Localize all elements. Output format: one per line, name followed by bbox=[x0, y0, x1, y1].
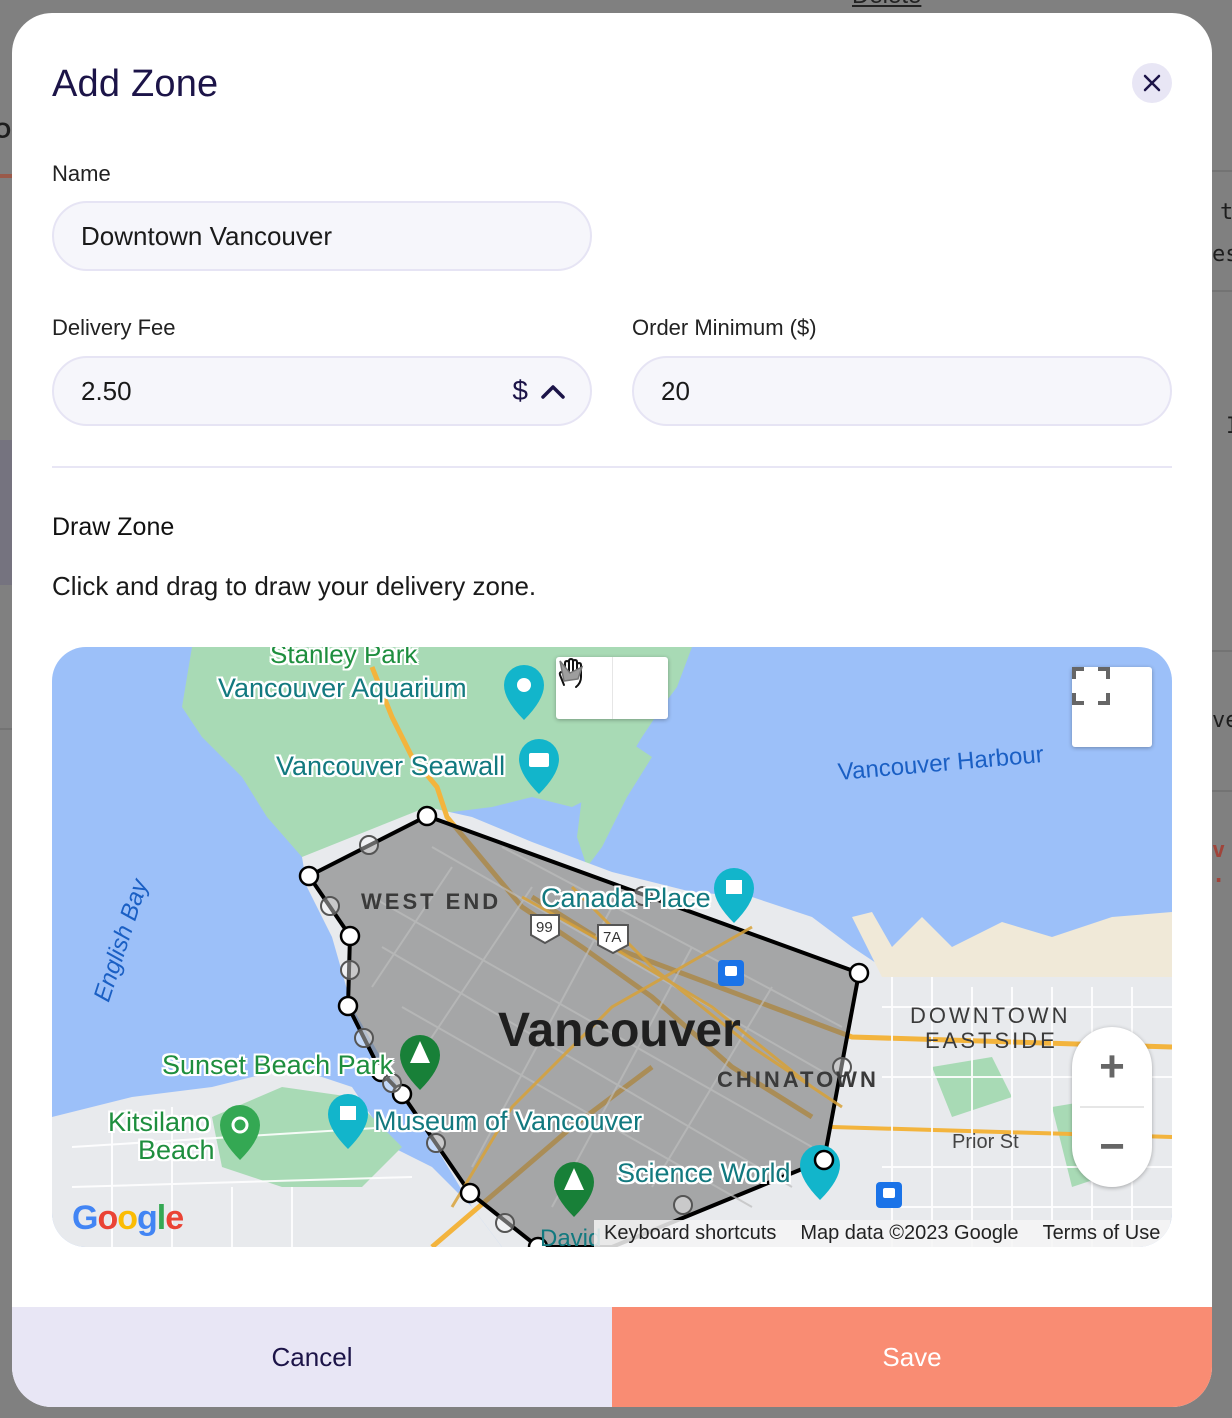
delivery-fee-field-wrapper: $ bbox=[52, 356, 592, 426]
cancel-button[interactable]: Cancel bbox=[12, 1307, 612, 1407]
zoom-in-button[interactable]: + bbox=[1072, 1027, 1152, 1107]
google-logo-letter: g bbox=[137, 1199, 158, 1237]
map-label-canada-place: Canada Place bbox=[541, 883, 711, 913]
google-logo-letter: e bbox=[165, 1199, 184, 1237]
background-divider bbox=[1212, 650, 1232, 652]
map-label-science-world: Science World bbox=[617, 1158, 791, 1188]
map-label-david: David bbox=[540, 1225, 602, 1247]
background-panel bbox=[0, 440, 12, 585]
zone-vertex-handle bbox=[337, 995, 359, 1017]
map-label-hwy-7a: 7A bbox=[603, 929, 622, 946]
background-text: ve bbox=[1212, 708, 1232, 733]
background-divider bbox=[1212, 170, 1232, 172]
background-divider bbox=[1212, 290, 1232, 292]
close-button[interactable] bbox=[1132, 63, 1172, 103]
modal-title: Add Zone bbox=[52, 63, 219, 105]
zone-midpoint-handle bbox=[673, 1195, 693, 1215]
map-label-vancouver: Vancouver bbox=[498, 1004, 741, 1057]
zone-vertex-handle bbox=[813, 1149, 835, 1171]
delivery-fee-input[interactable] bbox=[81, 375, 481, 407]
map-attribution: Keyboard shortcuts Map data ©2023 Google… bbox=[594, 1220, 1171, 1247]
zone-vertex-handle bbox=[298, 865, 320, 887]
zone-vertex-handle bbox=[848, 962, 870, 984]
name-label: Name bbox=[52, 161, 111, 186]
map-label-sunset-beach-park: Sunset Beach Park bbox=[162, 1050, 394, 1080]
zone-vertex-handle bbox=[416, 805, 438, 827]
map-label-prior-st: Prior St bbox=[952, 1131, 1019, 1153]
terms-of-use-link[interactable]: Terms of Use bbox=[1043, 1222, 1161, 1245]
keyboard-shortcuts-link[interactable]: Keyboard shortcuts bbox=[604, 1222, 776, 1245]
draw-polygon-icon bbox=[559, 660, 584, 682]
map-zoom-control: + − bbox=[1072, 1027, 1152, 1187]
background-text: v . bbox=[1212, 838, 1226, 888]
map-label-chinatown: CHINATOWN bbox=[717, 1067, 879, 1092]
delivery-fee-label: Delivery Fee bbox=[52, 315, 176, 340]
google-logo-letter: o bbox=[97, 1199, 118, 1237]
zone-midpoint-handle bbox=[340, 960, 360, 980]
name-field-wrapper bbox=[52, 201, 592, 271]
map-label-kitsilano-beach: Kitsilano bbox=[108, 1107, 211, 1137]
add-zone-modal: Add Zone Name Delivery Fee $ Order Minim… bbox=[12, 13, 1212, 1407]
google-logo-letter: l bbox=[156, 1199, 167, 1237]
background-divider bbox=[1212, 790, 1232, 792]
order-minimum-input[interactable] bbox=[661, 375, 1170, 407]
chevron-up-icon[interactable] bbox=[540, 383, 566, 399]
map-label-kitsilano-beach: Beach bbox=[138, 1135, 215, 1165]
transit-icon bbox=[876, 1182, 902, 1208]
draw-zone-title: Draw Zone bbox=[52, 513, 175, 541]
draw-polygon-button[interactable] bbox=[559, 657, 668, 719]
map-base bbox=[52, 647, 1172, 1247]
draw-zone-description: Click and drag to draw your delivery zon… bbox=[52, 571, 537, 601]
zone-vertex-handle bbox=[339, 925, 361, 947]
save-button[interactable]: Save bbox=[612, 1307, 1212, 1407]
map-label-downtown-eastside: DOWNTOWN bbox=[910, 1003, 1071, 1028]
map-label-stanley-park: Stanley Park bbox=[270, 647, 418, 669]
drawing-toolbar bbox=[556, 657, 668, 719]
order-minimum-label: Order Minimum ($) bbox=[632, 315, 817, 340]
zone-midpoint-handle bbox=[495, 1213, 515, 1233]
park-area bbox=[572, 737, 652, 867]
zone-map[interactable]: Stanley Park Vancouver Aquarium Vancouve… bbox=[52, 647, 1172, 1247]
google-logo-letter: G bbox=[72, 1199, 98, 1237]
zone-midpoint-handle bbox=[320, 896, 340, 916]
transit-icon bbox=[718, 960, 744, 986]
map-label-downtown-eastside: EASTSIDE bbox=[925, 1028, 1058, 1053]
order-minimum-field-wrapper bbox=[632, 356, 1172, 426]
map-label-vancouver-aquarium: Vancouver Aquarium bbox=[218, 673, 467, 703]
currency-symbol: $ bbox=[512, 375, 528, 406]
fullscreen-button[interactable] bbox=[1072, 667, 1152, 747]
map-label-museum-of-vancouver: Museum of Vancouver bbox=[374, 1106, 643, 1136]
background-divider bbox=[0, 728, 12, 730]
section-divider bbox=[52, 466, 1172, 468]
map-label-west-end: WEST END bbox=[361, 889, 502, 914]
zone-vertex-handle bbox=[459, 1182, 481, 1204]
zone-midpoint-handle bbox=[354, 1028, 374, 1048]
background-text: es bbox=[1212, 242, 1232, 267]
port-area bbox=[852, 912, 1172, 977]
map-data-text: Map data ©2023 Google bbox=[800, 1222, 1019, 1244]
background-text: t bbox=[1220, 200, 1232, 225]
background-tab-underline bbox=[0, 174, 12, 178]
map-label-vancouver-seawall: Vancouver Seawall bbox=[276, 751, 506, 781]
name-input[interactable] bbox=[81, 220, 590, 252]
zoom-out-button[interactable]: − bbox=[1072, 1107, 1152, 1187]
google-logo-letter: o bbox=[117, 1199, 138, 1237]
fullscreen-icon bbox=[1072, 667, 1110, 705]
zone-midpoint-handle bbox=[359, 835, 379, 855]
delivery-fee-suffix: $ bbox=[512, 358, 566, 424]
background-delete-link: Delete bbox=[852, 0, 921, 10]
google-logo: Google bbox=[72, 1199, 184, 1238]
close-icon bbox=[1143, 74, 1161, 92]
background-text: I bbox=[1226, 414, 1232, 439]
map-label-hwy-99: 99 bbox=[536, 919, 553, 936]
